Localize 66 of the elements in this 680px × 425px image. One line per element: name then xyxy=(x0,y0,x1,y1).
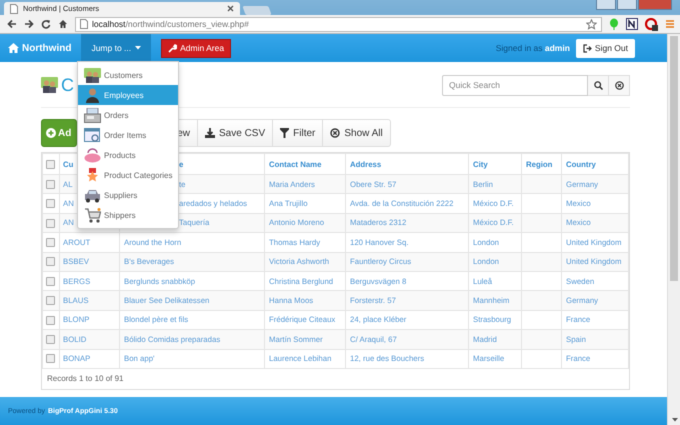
search-button[interactable] xyxy=(588,74,609,96)
minimize-button[interactable] xyxy=(596,0,616,10)
menu-item[interactable]: Customers xyxy=(78,65,178,85)
row-checkbox[interactable] xyxy=(46,257,55,266)
car-icon xyxy=(84,188,101,202)
select-all-checkbox[interactable] xyxy=(46,160,55,169)
row-checkbox[interactable] xyxy=(46,316,55,325)
brand-link[interactable]: Northwind xyxy=(8,42,72,54)
address-field[interactable]: localhost/northwind/customers_view.php# xyxy=(75,16,602,32)
star-icon[interactable] xyxy=(586,18,597,30)
signed-in-text: Signed in as admin xyxy=(496,43,570,53)
window-icon xyxy=(84,128,101,142)
person-icon xyxy=(84,88,101,102)
extension-icon[interactable] xyxy=(626,18,638,30)
admin-button[interactable]: Admin Area xyxy=(161,38,232,58)
search-icon xyxy=(594,80,602,90)
people-icon xyxy=(41,77,58,93)
forward-icon[interactable] xyxy=(24,19,34,29)
row-checkbox[interactable] xyxy=(46,335,55,344)
scroll-thumb[interactable] xyxy=(670,36,678,281)
clear-icon xyxy=(614,80,624,90)
row-checkbox[interactable] xyxy=(46,354,55,364)
home-icon[interactable] xyxy=(58,19,68,29)
row-checkbox[interactable] xyxy=(46,238,55,248)
row-checkbox[interactable] xyxy=(46,276,55,286)
clear-icon xyxy=(330,128,340,138)
menu-item[interactable]: Orders xyxy=(78,105,178,125)
cash-register-icon xyxy=(84,108,101,122)
download-icon xyxy=(205,128,215,138)
close-icon[interactable] xyxy=(227,5,234,12)
home-icon xyxy=(8,43,19,53)
row-checkbox[interactable] xyxy=(46,296,55,306)
reload-icon[interactable] xyxy=(41,19,51,29)
clear-button[interactable] xyxy=(609,74,630,96)
back-icon[interactable] xyxy=(7,19,17,29)
search-field[interactable]: Quick Search xyxy=(442,74,588,96)
row-checkbox[interactable] xyxy=(46,180,55,189)
jump-menu[interactable]: Jump to ... xyxy=(81,34,152,62)
menu-item[interactable]: Order Items xyxy=(78,125,178,145)
records-count: Records 1 to 10 of 91 xyxy=(46,373,124,386)
page-title: C xyxy=(61,74,74,96)
menu-item[interactable]: Employees xyxy=(78,85,178,105)
scroll-down-icon[interactable] xyxy=(672,418,678,422)
menu-icon[interactable] xyxy=(665,19,675,29)
filter-icon xyxy=(280,128,290,138)
sign-out-button[interactable]: Sign Out xyxy=(576,38,635,58)
people-icon xyxy=(84,68,101,82)
caret-icon xyxy=(135,46,142,50)
leaf-icon[interactable] xyxy=(609,18,619,30)
scrollbar[interactable] xyxy=(667,34,680,425)
page-icon xyxy=(10,4,18,14)
sign-out-icon xyxy=(582,44,592,52)
wrench-icon xyxy=(168,44,178,52)
cart-icon xyxy=(84,208,101,222)
maximize-button[interactable] xyxy=(617,0,637,10)
add-button[interactable]: Ad xyxy=(41,119,77,147)
page-icon xyxy=(80,19,88,29)
new-tab-button[interactable] xyxy=(242,6,272,15)
show-all-button[interactable]: Show All xyxy=(322,119,391,147)
row-checkbox[interactable] xyxy=(46,199,55,208)
row-checkbox[interactable] xyxy=(46,218,55,228)
extension-icon[interactable] xyxy=(645,18,658,30)
bag-icon xyxy=(84,148,101,162)
filter-button[interactable]: Filter xyxy=(272,119,322,147)
save-csv-button[interactable]: Save CSV xyxy=(197,119,272,147)
plus-icon xyxy=(46,128,56,138)
